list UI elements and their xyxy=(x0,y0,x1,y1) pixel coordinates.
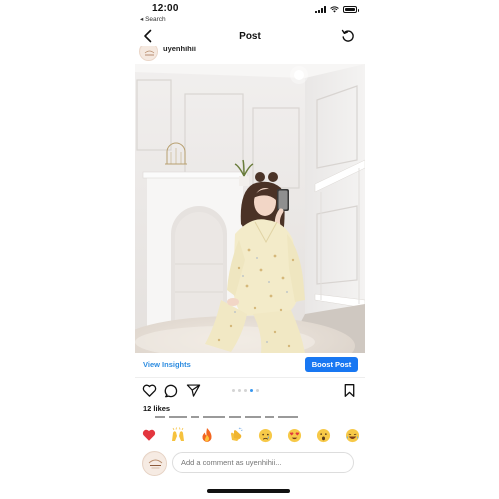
raising-hands-emoji-icon[interactable] xyxy=(170,427,186,443)
instagram-post-screen: 12:00 ◂ Search uyenhihii Post View Insig… xyxy=(135,0,365,499)
refresh-icon[interactable] xyxy=(341,29,355,43)
laughing-face-emoji-icon[interactable] xyxy=(345,427,361,443)
battery-icon xyxy=(343,6,359,13)
post-photo[interactable] xyxy=(135,64,365,353)
divider xyxy=(135,377,365,378)
insights-row: View Insights Boost Post xyxy=(135,355,365,375)
share-send-icon[interactable] xyxy=(186,383,201,398)
status-icons xyxy=(315,6,359,13)
post-actions-bar xyxy=(135,381,365,401)
wifi-icon xyxy=(330,6,339,13)
current-user-avatar xyxy=(142,451,167,476)
carousel-dot xyxy=(250,389,253,392)
carousel-dot xyxy=(244,389,247,392)
fire-emoji-icon[interactable] xyxy=(199,427,215,443)
back-to-search-link[interactable]: ◂ Search xyxy=(140,15,166,23)
surprised-face-emoji-icon[interactable] xyxy=(316,427,332,443)
add-comment-row xyxy=(135,451,365,477)
heart-emoji-icon[interactable] xyxy=(141,427,157,443)
page-title: Post xyxy=(239,31,261,42)
carousel-dot xyxy=(238,389,241,392)
carousel-dots xyxy=(232,389,259,392)
like-count[interactable]: 12 likes xyxy=(143,404,170,413)
comment-bubble-icon[interactable] xyxy=(164,383,179,398)
caption-preview-cut-off xyxy=(155,416,355,419)
status-time: 12:00 xyxy=(152,3,179,14)
crying-face-emoji-icon[interactable] xyxy=(258,427,274,443)
carousel-dot xyxy=(232,389,235,392)
boost-post-button[interactable]: Boost Post xyxy=(305,357,358,372)
quick-emoji-reactions xyxy=(141,426,361,444)
add-comment-input[interactable] xyxy=(172,452,354,473)
carousel-dot xyxy=(256,389,259,392)
post-photo-illustration xyxy=(135,64,365,353)
home-indicator-bar[interactable] xyxy=(207,489,290,493)
top-nav-bar: Post xyxy=(135,26,365,48)
cellular-signal-icon xyxy=(315,6,326,13)
save-bookmark-icon[interactable] xyxy=(342,383,357,398)
like-heart-icon[interactable] xyxy=(142,383,157,398)
heart-eyes-face-emoji-icon[interactable] xyxy=(287,427,303,443)
clapping-hands-emoji-icon[interactable] xyxy=(228,427,244,443)
view-insights-link[interactable]: View Insights xyxy=(143,360,191,369)
